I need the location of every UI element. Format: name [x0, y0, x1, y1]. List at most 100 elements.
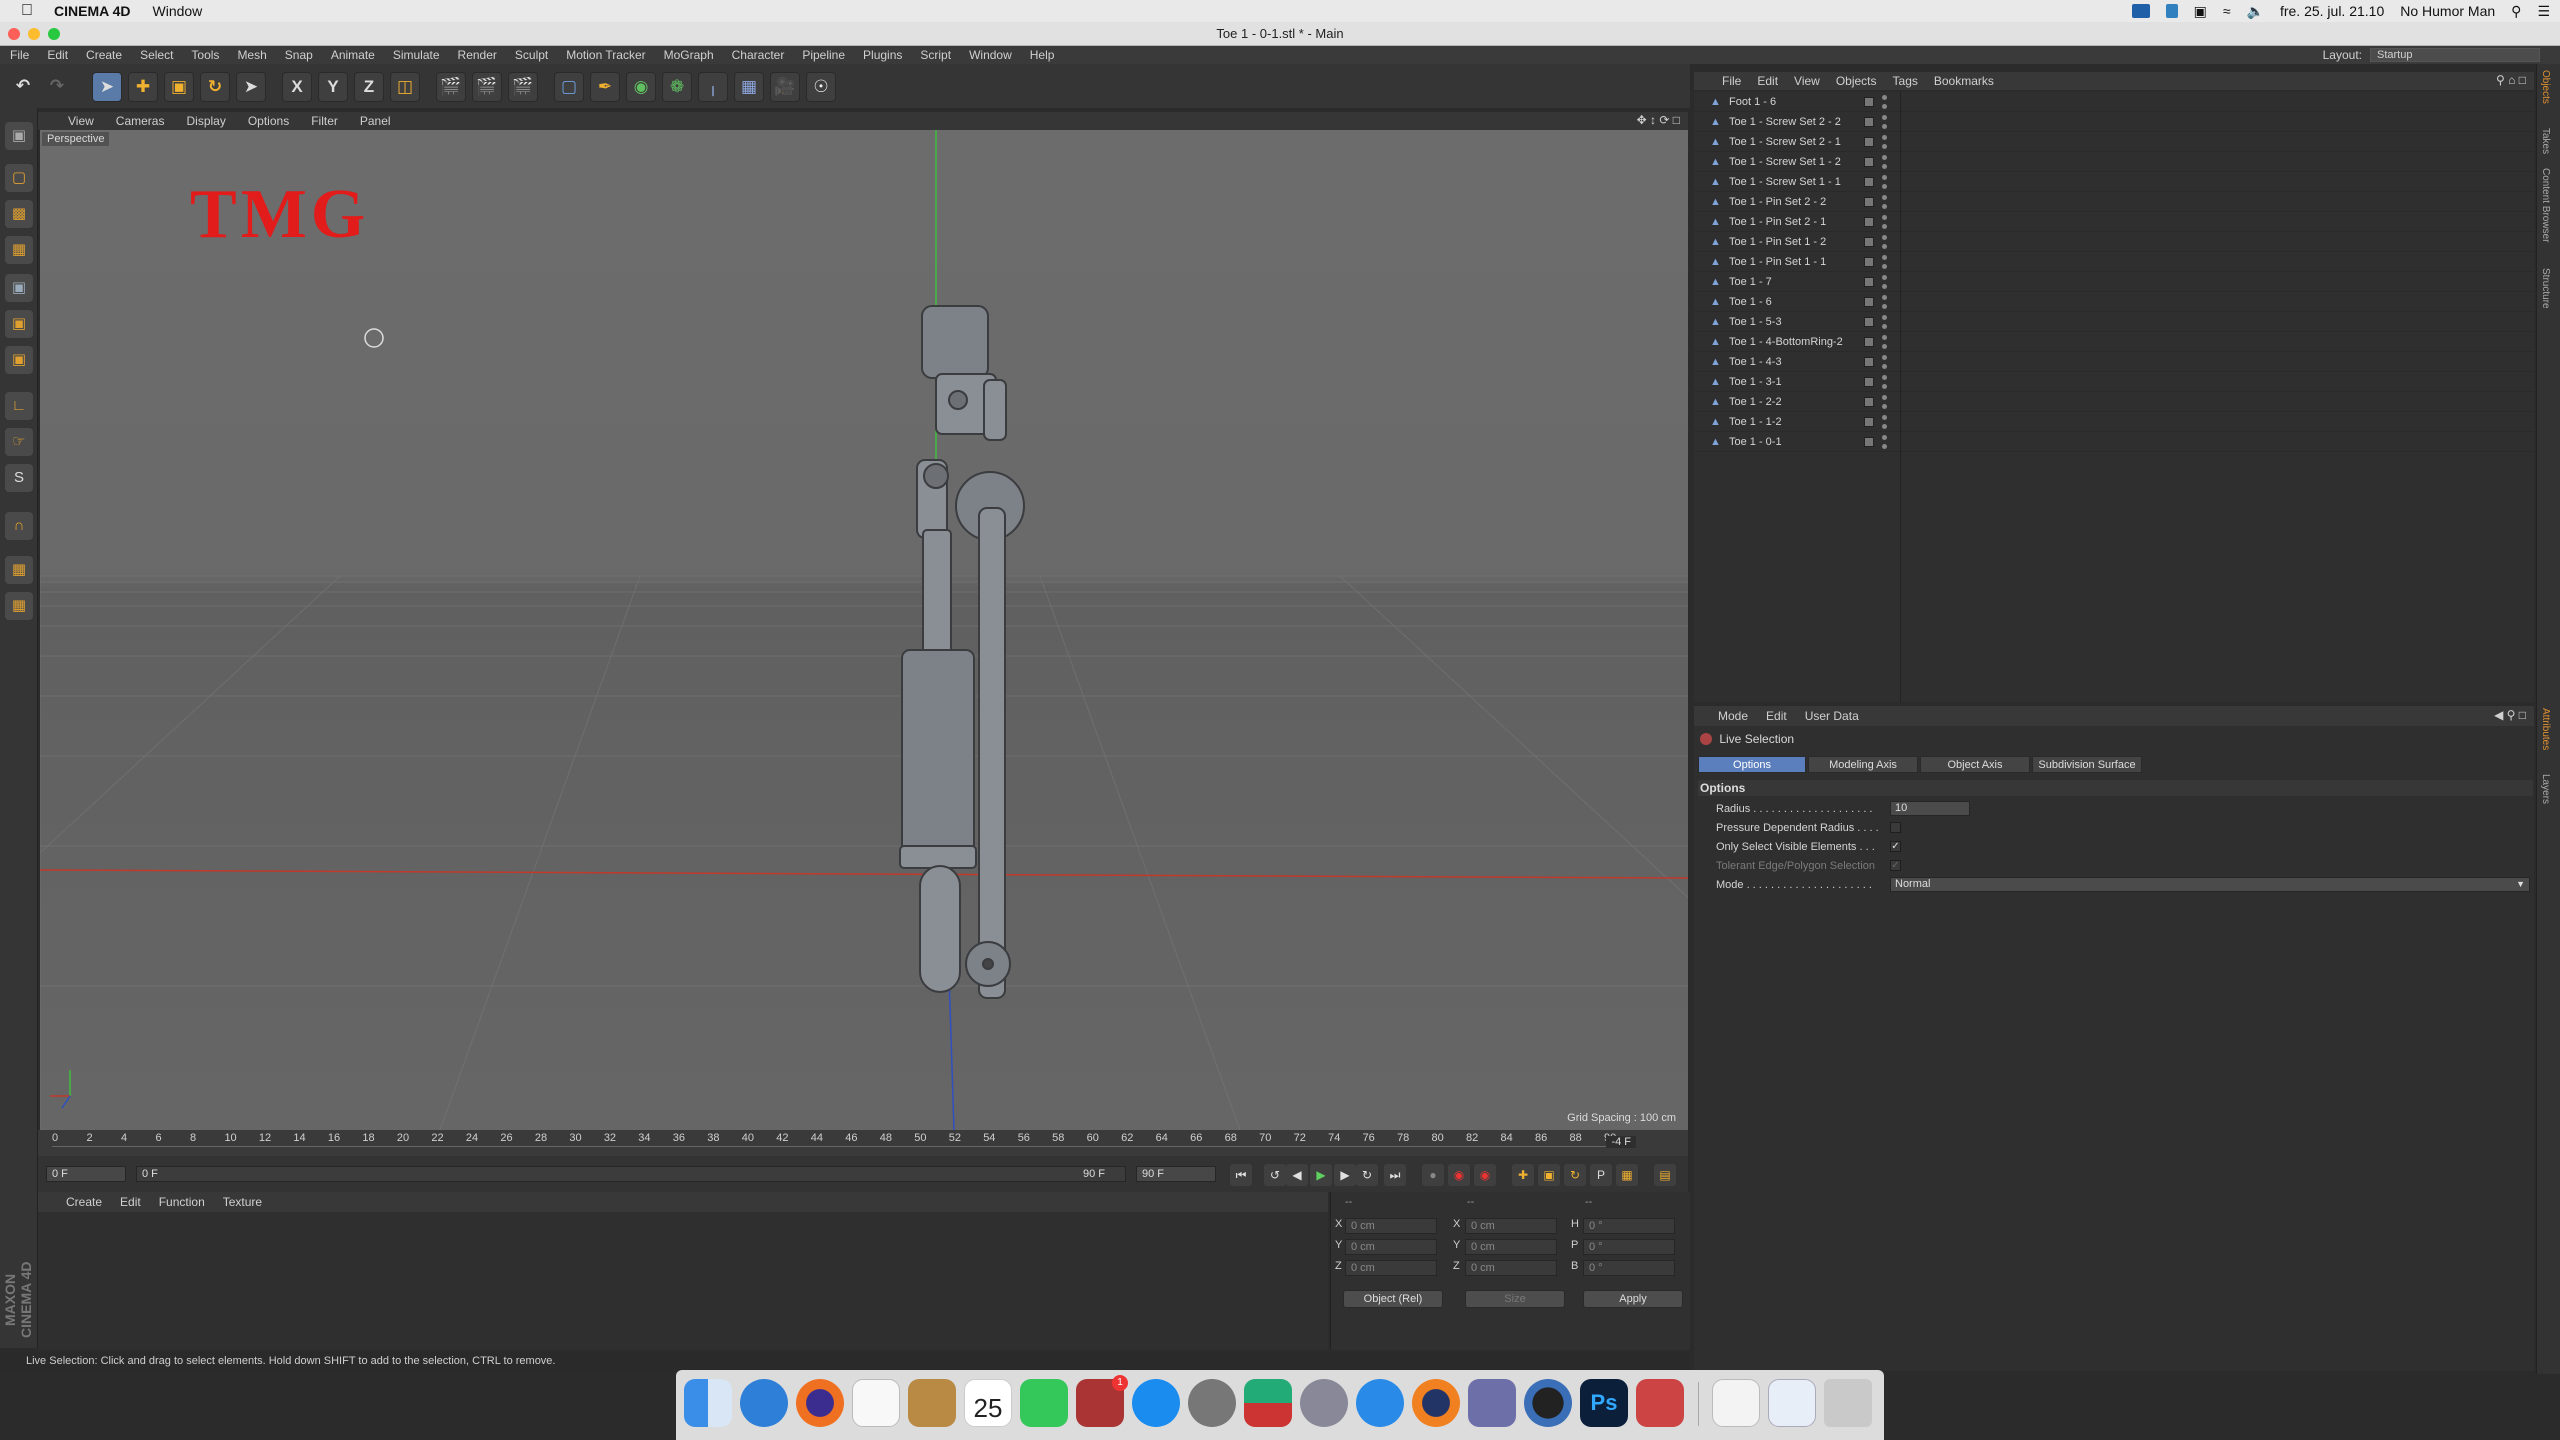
planar-workplane-icon[interactable]: ▦ — [5, 592, 33, 620]
app-status-icon[interactable] — [2165, 4, 2178, 18]
apple-icon[interactable]:  — [0, 2, 54, 20]
end-frame-field[interactable]: 90 F — [1136, 1166, 1216, 1182]
tab-object-axis[interactable]: Object Axis — [1920, 756, 2030, 773]
app-menu-name[interactable]: CINEMA 4D — [54, 3, 131, 19]
airplay-icon[interactable]: ▣ — [2194, 3, 2207, 20]
array-icon[interactable]: ❁ — [662, 72, 692, 102]
object-tag-icon[interactable] — [1864, 177, 1874, 187]
object-row[interactable]: ▲ Toe 1 - 4-BottomRing-2 — [1694, 332, 2534, 352]
tab-structure-vertical[interactable]: Structure — [2540, 268, 2551, 309]
object-row[interactable]: ▲ Toe 1 - Pin Set 2 - 1 — [1694, 212, 2534, 232]
y-axis-lock-button[interactable]: Y — [318, 72, 348, 102]
attr-menu-user-data[interactable]: User Data — [1805, 709, 1859, 723]
editor-visibility-dot[interactable] — [1882, 315, 1887, 320]
editor-visibility-dot[interactable] — [1882, 115, 1887, 120]
object-row[interactable]: ▲ Toe 1 - Screw Set 2 - 1 — [1694, 132, 2534, 152]
editor-visibility-dot[interactable] — [1882, 335, 1887, 340]
render-visibility-dot[interactable] — [1882, 204, 1887, 209]
document-icon[interactable] — [1712, 1379, 1760, 1427]
dropbox-icon[interactable] — [2131, 4, 2150, 18]
minimize-window-button[interactable] — [28, 28, 40, 40]
photoshop-icon[interactable]: Ps — [1580, 1379, 1628, 1427]
object-row[interactable]: ▲ Foot 1 - 6 — [1694, 92, 2534, 112]
material-menu-edit[interactable]: Edit — [120, 1195, 141, 1209]
timeline-ruler[interactable]: 0 2 4 6 8 10 12 14 16 18 20 22 24 26 28 30 32 34 36 38 40 42 4… — [38, 1130, 1688, 1156]
tab-subdivision-surface[interactable]: Subdivision Surface — [2032, 756, 2142, 773]
object-menu-file[interactable]: File — [1722, 74, 1741, 88]
render-visibility-dot[interactable] — [1882, 364, 1887, 369]
spotlight-icon[interactable]: ⚲ — [2511, 3, 2521, 20]
render-visibility-dot[interactable] — [1882, 224, 1887, 229]
close-window-button[interactable] — [8, 28, 20, 40]
tweak-mode-icon[interactable]: ☞ — [5, 428, 33, 456]
goto-end-icon[interactable]: ⏭ — [1384, 1164, 1406, 1186]
render-visibility-dot[interactable] — [1882, 404, 1887, 409]
render-visibility-dot[interactable] — [1882, 344, 1887, 349]
render-visibility-dot[interactable] — [1882, 164, 1887, 169]
object-tag-icon[interactable] — [1864, 197, 1874, 207]
render-visibility-dot[interactable] — [1882, 184, 1887, 189]
viewport-menu-display[interactable]: Display — [186, 114, 225, 128]
goto-start-icon[interactable]: ⏮ — [1230, 1164, 1252, 1186]
deformer-icon[interactable]: ╷ — [698, 72, 728, 102]
key-rotation-icon[interactable]: ↻ — [1564, 1164, 1586, 1186]
object-row[interactable]: ▲ Toe 1 - 7 — [1694, 272, 2534, 292]
editor-visibility-dot[interactable] — [1882, 135, 1887, 140]
downloads-stack-icon[interactable] — [1768, 1379, 1816, 1427]
flashcard-app-icon[interactable] — [1636, 1379, 1684, 1427]
coordinate-system-icon[interactable]: ◫ — [390, 72, 420, 102]
viewport-menu-panel[interactable]: Panel — [360, 114, 391, 128]
editor-visibility-dot[interactable] — [1882, 395, 1887, 400]
workplane-lock-icon[interactable]: ▦ — [5, 556, 33, 584]
key-position-icon[interactable]: ✚ — [1512, 1164, 1534, 1186]
tolerant-selection-checkbox[interactable]: ✓ — [1890, 860, 1901, 871]
editor-visibility-dot[interactable] — [1882, 415, 1887, 420]
render-visibility-dot[interactable] — [1882, 244, 1887, 249]
editor-visibility-dot[interactable] — [1882, 235, 1887, 240]
xcode-icon[interactable] — [1356, 1379, 1404, 1427]
object-tag-icon[interactable] — [1864, 277, 1874, 287]
key-pla-icon[interactable]: ▦ — [1616, 1164, 1638, 1186]
editor-visibility-dot[interactable] — [1882, 295, 1887, 300]
finder-icon[interactable] — [684, 1379, 732, 1427]
zoom-window-button[interactable] — [48, 28, 60, 40]
play-icon[interactable]: ▶ — [1310, 1164, 1332, 1186]
layout-dropdown[interactable]: Startup — [2370, 48, 2540, 62]
object-tag-icon[interactable] — [1864, 417, 1874, 427]
menu-file[interactable]: File — [10, 48, 29, 62]
solo-icon[interactable]: S — [5, 464, 33, 492]
scale-icon[interactable]: ▣ — [164, 72, 194, 102]
object-row[interactable]: ▲ Toe 1 - 2-2 — [1694, 392, 2534, 412]
tab-modeling-axis[interactable]: Modeling Axis — [1808, 756, 1918, 773]
menu-character[interactable]: Character — [732, 48, 785, 62]
object-row[interactable]: ▲ Toe 1 - 1-2 — [1694, 412, 2534, 432]
object-tag-icon[interactable] — [1864, 337, 1874, 347]
autokey-icon[interactable]: ◉ — [1474, 1164, 1496, 1186]
object-tag-icon[interactable] — [1864, 297, 1874, 307]
menu-create[interactable]: Create — [86, 48, 122, 62]
editor-visibility-dot[interactable] — [1882, 375, 1887, 380]
notification-center-icon[interactable]: ☰ — [2537, 3, 2550, 20]
viewport-nav-icons[interactable]: ✥ ↕ ⟳ □ — [1637, 113, 1680, 127]
camera-icon[interactable]: 🎥 — [770, 72, 800, 102]
attribute-nav-icons[interactable]: ◀ ⚲ □ — [2494, 708, 2526, 722]
viewport-menu-options[interactable]: Options — [248, 114, 289, 128]
snap-icon[interactable]: ∩ — [5, 512, 33, 540]
coord-y-pos-input[interactable]: 0 cm — [1345, 1239, 1437, 1255]
editor-visibility-dot[interactable] — [1882, 255, 1887, 260]
safari-icon[interactable] — [740, 1379, 788, 1427]
3d-viewport[interactable]: Perspective TMG Grid Spacing : 100 cm — [40, 130, 1688, 1130]
object-manager-tools-icon[interactable]: ⚲ ⌂ □ — [2496, 73, 2526, 87]
start-frame-field[interactable]: 0 F — [46, 1166, 126, 1182]
object-row[interactable]: ▲ Toe 1 - 3-1 — [1694, 372, 2534, 392]
next-key-icon[interactable]: ↻ — [1356, 1164, 1378, 1186]
coord-z-size-input[interactable]: 0 cm — [1465, 1260, 1557, 1276]
object-row[interactable]: ▲ Toe 1 - 4-3 — [1694, 352, 2534, 372]
app-store-icon[interactable] — [1132, 1379, 1180, 1427]
material-menu-texture[interactable]: Texture — [223, 1195, 262, 1209]
timeline-settings-icon[interactable]: ▤ — [1654, 1164, 1676, 1186]
visible-elements-checkbox[interactable]: ✓ — [1890, 841, 1901, 852]
tab-layers-vertical[interactable]: Layers — [2540, 774, 2551, 804]
editor-visibility-dot[interactable] — [1882, 195, 1887, 200]
render-view-icon[interactable]: 🎬 — [436, 72, 466, 102]
